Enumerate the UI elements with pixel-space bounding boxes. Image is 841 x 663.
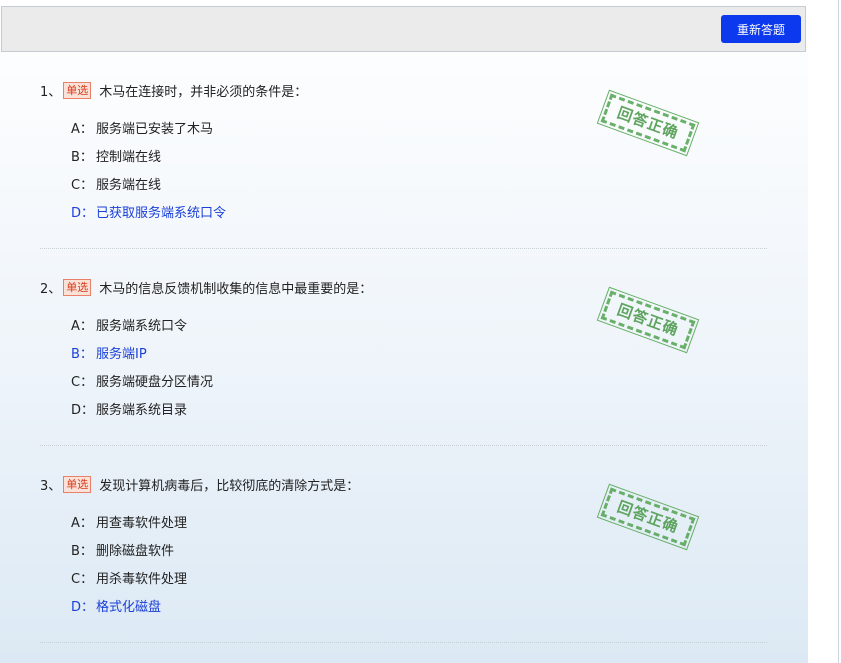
question-header: 1、 单选 木马在连接时，并非必须的条件是：: [40, 80, 767, 100]
question-number: 2、: [40, 281, 62, 297]
option-text: 服务端IP: [96, 347, 147, 362]
option-letter: C：: [71, 375, 94, 390]
question-type-badge: 单选: [63, 278, 92, 296]
option-letter: D：: [71, 403, 95, 418]
option-d[interactable]: D： 格式化磁盘: [71, 594, 767, 622]
option-letter: A：: [71, 516, 93, 531]
option-text: 格式化磁盘: [96, 600, 162, 615]
option-b[interactable]: B： 控制端在线: [71, 144, 767, 172]
option-letter: B：: [71, 347, 93, 362]
option-b[interactable]: B： 服务端IP: [71, 341, 767, 369]
option-letter: D：: [71, 206, 95, 221]
option-text: 服务端硬盘分区情况: [96, 375, 214, 390]
option-text: 用查毒软件处理: [96, 516, 188, 531]
option-letter: C：: [71, 178, 94, 193]
question-header: 3、 单选 发现计算机病毒后，比较彻底的清除方式是：: [40, 474, 767, 494]
redo-quiz-button[interactable]: 重新答题: [721, 15, 801, 43]
option-text: 用杀毒软件处理: [96, 572, 188, 587]
option-text: 服务端已安装了木马: [96, 122, 214, 137]
option-letter: A：: [71, 319, 93, 334]
question-number: 1、: [40, 84, 62, 100]
option-text: 服务端系统口令: [96, 319, 188, 334]
option-c[interactable]: C： 服务端在线: [71, 172, 767, 200]
question-2: 2、 单选 木马的信息反馈机制收集的信息中最重要的是： A： 服务端系统口令 B：…: [40, 277, 767, 425]
toolbar: 重新答题: [1, 6, 806, 52]
option-text: 服务端在线: [96, 178, 162, 193]
question-divider: [40, 248, 767, 249]
option-letter: B：: [71, 544, 93, 559]
question-text: 木马在连接时，并非必须的条件是：: [99, 84, 308, 100]
option-b[interactable]: B： 删除磁盘软件: [71, 538, 767, 566]
question-divider: [40, 642, 767, 643]
question-divider: [40, 445, 767, 446]
question-text: 发现计算机病毒后，比较彻底的清除方式是：: [99, 478, 360, 494]
question-number: 3、: [40, 478, 62, 494]
option-text: 已获取服务端系统口令: [96, 206, 227, 221]
question-header: 2、 单选 木马的信息反馈机制收集的信息中最重要的是：: [40, 277, 767, 297]
option-text: 服务端系统目录: [96, 403, 188, 418]
option-letter: B：: [71, 150, 93, 165]
option-c[interactable]: C： 用杀毒软件处理: [71, 566, 767, 594]
option-text: 删除磁盘软件: [96, 544, 175, 559]
option-letter: C：: [71, 572, 94, 587]
option-c[interactable]: C： 服务端硬盘分区情况: [71, 369, 767, 397]
quiz-page: 重新答题 1、 单选 木马在连接时，并非必须的条件是： A： 服务端已安装了木马 …: [0, 0, 808, 663]
option-letter: A：: [71, 122, 93, 137]
question-3: 3、 单选 发现计算机病毒后，比较彻底的清除方式是： A： 用查毒软件处理 B：删…: [40, 474, 767, 622]
option-d[interactable]: D： 已获取服务端系统口令: [71, 200, 767, 228]
option-letter: D：: [71, 600, 95, 615]
question-text: 木马的信息反馈机制收集的信息中最重要的是：: [99, 281, 373, 297]
option-d[interactable]: D： 服务端系统目录: [71, 397, 767, 425]
question-type-badge: 单选: [63, 475, 92, 493]
question-type-badge: 单选: [63, 81, 92, 99]
window-border: [838, 0, 839, 663]
question-1: 1、 单选 木马在连接时，并非必须的条件是： A： 服务端已安装了木马 B： 控制端…: [40, 80, 767, 228]
option-text: 控制端在线: [96, 150, 162, 165]
